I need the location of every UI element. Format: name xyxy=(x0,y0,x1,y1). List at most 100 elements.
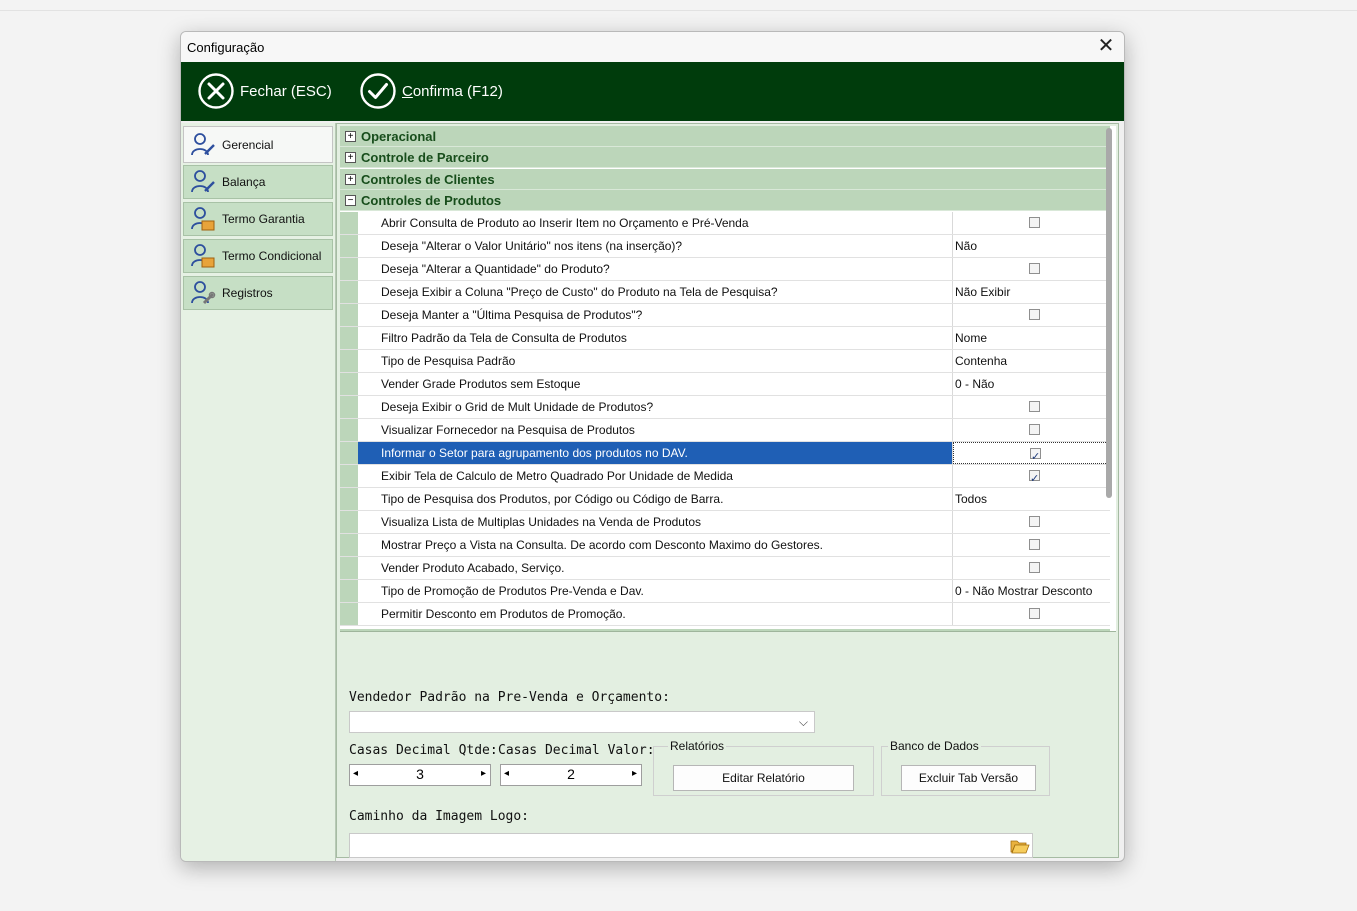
logo-path-input[interactable] xyxy=(349,833,1033,858)
property-row[interactable]: Deseja Manter a "Última Pesquisa de Prod… xyxy=(340,304,1110,327)
property-row[interactable]: Vender Produto Acabado, Serviço. xyxy=(340,557,1110,580)
category-controles-produtos[interactable]: − Controles de Produtos xyxy=(340,190,1110,211)
property-value-checkbox[interactable] xyxy=(953,603,1110,625)
property-name: Deseja "Alterar a Quantidade" do Produto… xyxy=(358,258,953,280)
value-decimal-spinner[interactable]: ◂ 2 ▸ xyxy=(500,764,642,786)
property-row[interactable]: Deseja "Alterar a Quantidade" do Produto… xyxy=(340,258,1110,281)
checkbox-unchecked[interactable] xyxy=(1029,401,1040,412)
delete-tab-version-button[interactable]: Excluir Tab Versão xyxy=(901,765,1036,791)
property-row[interactable]: Tipo de Pesquisa dos Produtos, por Códig… xyxy=(340,488,1110,511)
row-gutter xyxy=(340,511,358,533)
confirm-button[interactable]: Confirma (F12) xyxy=(359,72,503,110)
user-shield-icon xyxy=(191,207,215,231)
property-value-checkbox[interactable] xyxy=(953,396,1110,418)
property-name: Vender Grade Produtos sem Estoque xyxy=(358,373,953,395)
property-name: Tipo de Pesquisa dos Produtos, por Códig… xyxy=(358,488,953,510)
expand-icon[interactable]: + xyxy=(345,130,356,142)
property-row[interactable]: Informar o Setor para agrupamento dos pr… xyxy=(340,442,1110,465)
property-row[interactable]: Tipo de Pesquisa Padrão Contenha xyxy=(340,350,1110,373)
confirm-hotkey: C xyxy=(402,82,413,100)
checkbox-checked[interactable] xyxy=(1029,468,1040,487)
property-row[interactable]: Tipo de Promoção de Produtos Pre-Venda e… xyxy=(340,580,1110,603)
spin-right-icon[interactable]: ▸ xyxy=(632,768,637,779)
sidebar-item-termo-garantia[interactable]: Termo Garantia xyxy=(183,202,333,236)
category-controles-clientes[interactable]: + Controles de Clientes xyxy=(340,169,1110,190)
qty-decimal-spinner[interactable]: ◂ 3 ▸ xyxy=(349,764,491,786)
grid-scrollbar[interactable] xyxy=(1106,128,1112,498)
category-label: Controles de Clientes xyxy=(361,171,495,187)
category-operacional[interactable]: + Operacional xyxy=(340,126,1110,147)
property-row[interactable]: Deseja Exibir o Grid de Mult Unidade de … xyxy=(340,396,1110,419)
property-value-checkbox[interactable] xyxy=(953,511,1110,533)
close-esc-button[interactable]: Fechar (ESC) xyxy=(197,72,332,110)
close-circle-icon xyxy=(198,73,234,109)
property-value[interactable]: Contenha xyxy=(953,350,1110,372)
property-value-checkbox[interactable] xyxy=(953,258,1110,280)
folder-open-icon[interactable] xyxy=(1010,838,1030,854)
configuration-window: Configuração ✕ Fechar (ESC) Confirma (F1… xyxy=(180,31,1125,862)
row-gutter xyxy=(340,557,358,579)
checkbox-unchecked[interactable] xyxy=(1029,217,1040,228)
row-gutter xyxy=(340,580,358,602)
user-edit-icon xyxy=(191,132,215,155)
checkbox-unchecked[interactable] xyxy=(1029,608,1040,619)
property-row[interactable]: Visualizar Fornecedor na Pesquisa de Pro… xyxy=(340,419,1110,442)
property-row[interactable]: Deseja "Alterar o Valor Unitário" nos it… xyxy=(340,235,1110,258)
expand-icon[interactable]: + xyxy=(345,173,356,185)
property-value[interactable]: Nome xyxy=(953,327,1110,349)
seller-select[interactable]: ⌵ xyxy=(349,711,815,733)
checkbox-unchecked[interactable] xyxy=(1029,309,1040,320)
checkbox-unchecked[interactable] xyxy=(1029,424,1040,435)
property-value[interactable]: 0 - Não Mostrar Desconto xyxy=(953,580,1110,602)
property-row[interactable]: Permitir Desconto em Produtos de Promoçã… xyxy=(340,603,1110,626)
property-name: Tipo de Promoção de Produtos Pre-Venda e… xyxy=(358,580,953,602)
property-grid: + Operacional + Controle de Parceiro + C… xyxy=(340,126,1116,632)
category-controle-parceiro[interactable]: + Controle de Parceiro xyxy=(340,147,1110,168)
property-value[interactable]: 0 - Não xyxy=(953,373,1110,395)
sidebar-item-balanca[interactable]: Balança xyxy=(183,165,333,199)
property-row[interactable]: Filtro Padrão da Tela de Consulta de Pro… xyxy=(340,327,1110,350)
property-row[interactable]: Exibir Tela de Calculo de Metro Quadrado… xyxy=(340,465,1110,488)
property-value-checkbox[interactable] xyxy=(953,419,1110,441)
property-value-checkbox[interactable] xyxy=(953,557,1110,579)
property-value-checkbox[interactable] xyxy=(953,304,1110,326)
property-value-checkbox[interactable] xyxy=(953,465,1110,487)
property-value[interactable]: Todos xyxy=(953,488,1110,510)
property-name: Deseja Manter a "Última Pesquisa de Prod… xyxy=(358,304,953,326)
row-gutter xyxy=(340,327,358,349)
row-gutter xyxy=(340,603,358,625)
property-row[interactable]: Visualiza Lista de Multiplas Unidades na… xyxy=(340,511,1110,534)
property-row[interactable]: Abrir Consulta de Produto ao Inserir Ite… xyxy=(340,212,1110,235)
edit-report-button[interactable]: Editar Relatório xyxy=(673,765,854,791)
row-gutter xyxy=(340,396,358,418)
sidebar-item-termo-condicional[interactable]: Termo Condicional xyxy=(183,239,333,273)
property-value[interactable]: Não Exibir xyxy=(953,281,1110,303)
property-value-checkbox[interactable] xyxy=(953,442,1110,464)
property-row[interactable]: Deseja Exibir a Coluna "Preço de Custo" … xyxy=(340,281,1110,304)
checkbox-unchecked[interactable] xyxy=(1029,263,1040,274)
property-value-checkbox[interactable] xyxy=(953,534,1110,556)
value-decimal-label: Casas Decimal Valor: xyxy=(498,743,655,758)
check-circle-icon xyxy=(360,73,396,109)
property-row[interactable]: Vender Grade Produtos sem Estoque 0 - Não xyxy=(340,373,1110,396)
property-row[interactable]: Mostrar Preço a Vista na Consulta. De ac… xyxy=(340,534,1110,557)
user-wrench-icon xyxy=(191,281,216,305)
property-name: Visualizar Fornecedor na Pesquisa de Pro… xyxy=(358,419,953,441)
property-value[interactable]: Não xyxy=(953,235,1110,257)
checkbox-unchecked[interactable] xyxy=(1029,562,1040,573)
checkbox-checked[interactable] xyxy=(1030,446,1041,463)
property-name: Mostrar Preço a Vista na Consulta. De ac… xyxy=(358,534,953,556)
close-icon[interactable]: ✕ xyxy=(1094,35,1118,59)
collapse-icon[interactable]: − xyxy=(345,194,356,206)
expand-icon[interactable]: + xyxy=(345,151,356,163)
chevron-down-icon[interactable]: ⌵ xyxy=(799,715,808,730)
close-esc-label: Fechar (ESC) xyxy=(240,82,332,100)
sidebar-item-gerencial[interactable]: Gerencial xyxy=(183,126,333,163)
spin-right-icon[interactable]: ▸ xyxy=(481,768,486,779)
sidebar-item-registros[interactable]: Registros xyxy=(183,276,333,310)
row-gutter xyxy=(340,235,358,257)
checkbox-unchecked[interactable] xyxy=(1029,539,1040,550)
checkbox-unchecked[interactable] xyxy=(1029,516,1040,527)
property-value-checkbox[interactable] xyxy=(953,212,1110,234)
row-gutter xyxy=(340,442,358,464)
